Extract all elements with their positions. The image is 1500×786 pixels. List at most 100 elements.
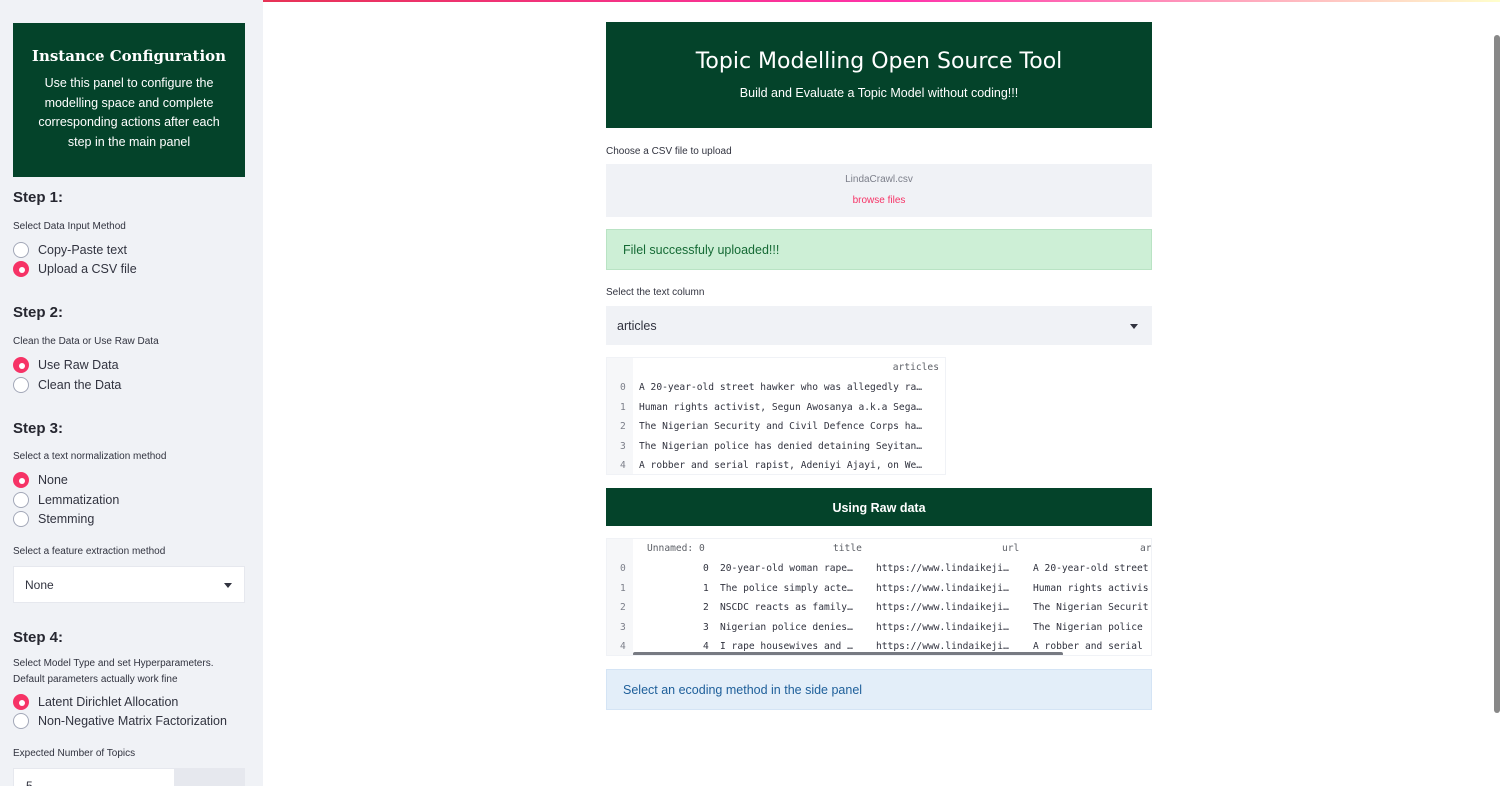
radio-circle-selected[interactable] bbox=[13, 357, 29, 373]
instance-title: Instance Configuration bbox=[31, 47, 227, 65]
table-row: 3 3 Nigerian police denies… https://www.… bbox=[607, 618, 1151, 638]
text-column-select[interactable]: articles bbox=[606, 306, 1152, 345]
radio-circle[interactable] bbox=[13, 377, 29, 393]
table-cell: The Nigerian police bbox=[1033, 622, 1143, 633]
row-index: 4 bbox=[620, 641, 626, 652]
radio-label: Clean the Data bbox=[38, 378, 122, 392]
radio-label: Latent Dirichlet Allocation bbox=[38, 695, 179, 709]
row-index: 4 bbox=[620, 460, 626, 471]
column-header-articles[interactable]: arti bbox=[1140, 539, 1151, 559]
instance-config-panel: Instance Configuration Use this panel to… bbox=[13, 23, 245, 177]
row-index: 2 bbox=[620, 602, 626, 613]
radio-copy-paste[interactable]: Copy-Paste text bbox=[13, 240, 127, 260]
uploaded-filename: LindaCrawl.csv bbox=[845, 174, 913, 185]
radio-circle[interactable] bbox=[13, 242, 29, 258]
upload-success-alert: Filel successfuly uploaded!!! bbox=[606, 229, 1152, 270]
upload-label: Choose a CSV file to upload bbox=[606, 146, 732, 157]
sidebar[interactable]: Instance Configuration Use this panel to… bbox=[0, 0, 263, 786]
table-cell: A 20-year-old street hawker who was alle… bbox=[639, 382, 923, 393]
table-cell: The Nigerian Securit bbox=[1033, 602, 1149, 613]
articles-dataframe[interactable]: articles 0 A 20-year-old street hawker wh… bbox=[606, 357, 946, 475]
step4-label-2: Default parameters actually work fine bbox=[13, 674, 178, 685]
row-index: 1 bbox=[620, 583, 626, 594]
table-cell: 20-year-old woman rape… bbox=[720, 563, 853, 574]
radio-label: None bbox=[38, 473, 68, 487]
row-index: 1 bbox=[620, 402, 626, 413]
step4-title: Step 4: bbox=[13, 629, 64, 646]
radio-upload-csv[interactable]: Upload a CSV file bbox=[13, 259, 137, 279]
table-cell: Human rights activis bbox=[1033, 583, 1149, 594]
radio-clean-data[interactable]: Clean the Data bbox=[13, 375, 121, 395]
info-alert: Select an ecoding method in the side pan… bbox=[606, 669, 1152, 710]
row-index: 3 bbox=[620, 622, 626, 633]
table-cell: The police simply acte… bbox=[720, 583, 853, 594]
radio-lda[interactable]: Latent Dirichlet Allocation bbox=[13, 692, 178, 712]
browse-files-button[interactable]: browse files bbox=[606, 195, 1152, 206]
table-cell: NSCDC reacts as family… bbox=[720, 602, 853, 613]
table-cell: The Nigerian police has denied detaining… bbox=[639, 441, 923, 452]
radio-nmf[interactable]: Non-Negative Matrix Factorization bbox=[13, 711, 227, 731]
table-cell: Human rights activist, Segun Awosanya a.… bbox=[639, 402, 923, 413]
using-raw-data-banner: Using Raw data bbox=[606, 488, 1152, 526]
table-row: 0 0 20-year-old woman rape… https://www.… bbox=[607, 559, 1151, 579]
table-cell: A 20-year-old street bbox=[1033, 563, 1149, 574]
horizontal-scrollbar[interactable] bbox=[633, 652, 1063, 655]
radio-label: Upload a CSV file bbox=[38, 262, 137, 276]
radio-use-raw-data[interactable]: Use Raw Data bbox=[13, 355, 119, 375]
feature-extraction-select[interactable]: None bbox=[13, 566, 245, 603]
text-column-label: Select the text column bbox=[606, 287, 705, 298]
radio-lemmatization[interactable]: Lemmatization bbox=[13, 490, 119, 510]
row-index: 2 bbox=[620, 421, 626, 432]
step3-title: Step 3: bbox=[13, 420, 64, 437]
raw-dataframe[interactable]: Unnamed: 0 title url arti 0 0 20-year-ol… bbox=[606, 538, 1152, 656]
radio-circle-selected[interactable] bbox=[13, 472, 29, 488]
page-subtitle: Build and Evaluate a Topic Model without… bbox=[739, 86, 1019, 100]
step1-label: Select Data Input Method bbox=[13, 221, 126, 232]
table-row: 1 1 The police simply acte… https://www.… bbox=[607, 579, 1151, 599]
column-header-unnamed[interactable]: Unnamed: 0 bbox=[647, 539, 705, 559]
radio-circle-selected[interactable] bbox=[13, 694, 29, 710]
radio-label: Stemming bbox=[38, 512, 95, 526]
topics-label: Expected Number of Topics bbox=[13, 748, 136, 759]
select-value: None bbox=[25, 577, 54, 592]
topics-number-input[interactable]: 5 bbox=[13, 768, 175, 786]
chevron-down-icon bbox=[224, 582, 232, 588]
feature-extraction-label: Select a feature extraction method bbox=[13, 546, 166, 557]
column-header-articles[interactable]: articles bbox=[893, 358, 939, 378]
step3-label: Select a text normalization method bbox=[13, 451, 167, 462]
column-header-url[interactable]: url bbox=[1002, 539, 1019, 559]
radio-label: Use Raw Data bbox=[38, 358, 119, 372]
table-cell: Nigerian police denies… bbox=[720, 622, 853, 633]
step2-title: Step 2: bbox=[13, 304, 64, 321]
table-cell: https://www.lindaikeji… bbox=[876, 563, 1009, 574]
radio-label: Non-Negative Matrix Factorization bbox=[38, 714, 227, 728]
radio-label: Lemmatization bbox=[38, 493, 120, 507]
chevron-down-icon bbox=[1130, 323, 1138, 329]
radio-circle[interactable] bbox=[13, 713, 29, 729]
table-cell: 3 bbox=[703, 622, 709, 633]
file-uploader[interactable]: LindaCrawl.csv browse files bbox=[606, 164, 1152, 217]
step1-title: Step 1: bbox=[13, 189, 64, 206]
topics-stepper-button[interactable] bbox=[175, 768, 245, 786]
radio-circle[interactable] bbox=[13, 511, 29, 527]
table-cell: https://www.lindaikeji… bbox=[876, 583, 1009, 594]
select-value: articles bbox=[617, 318, 657, 333]
table-cell: The Nigerian Security and Civil Defence … bbox=[639, 421, 923, 432]
table-cell: 0 bbox=[703, 563, 709, 574]
radio-norm-none[interactable]: None bbox=[13, 470, 68, 490]
table-cell: 2 bbox=[703, 602, 709, 613]
page-title: Topic Modelling Open Source Tool bbox=[695, 49, 1063, 74]
row-index: 0 bbox=[620, 382, 626, 393]
vertical-scrollbar[interactable] bbox=[1494, 35, 1500, 713]
radio-stemming[interactable]: Stemming bbox=[13, 509, 94, 529]
table-row: 2 2 NSCDC reacts as family… https://www.… bbox=[607, 598, 1151, 618]
instance-description: Use this panel to configure the modellin… bbox=[38, 76, 220, 149]
step2-label: Clean the Data or Use Raw Data bbox=[13, 336, 159, 347]
app-header: Topic Modelling Open Source Tool Build a… bbox=[606, 22, 1152, 128]
radio-label: Copy-Paste text bbox=[38, 243, 127, 257]
table-cell: https://www.lindaikeji… bbox=[876, 602, 1009, 613]
row-index: 0 bbox=[620, 563, 626, 574]
radio-circle-selected[interactable] bbox=[13, 261, 29, 277]
column-header-title[interactable]: title bbox=[833, 539, 862, 559]
radio-circle[interactable] bbox=[13, 492, 29, 508]
